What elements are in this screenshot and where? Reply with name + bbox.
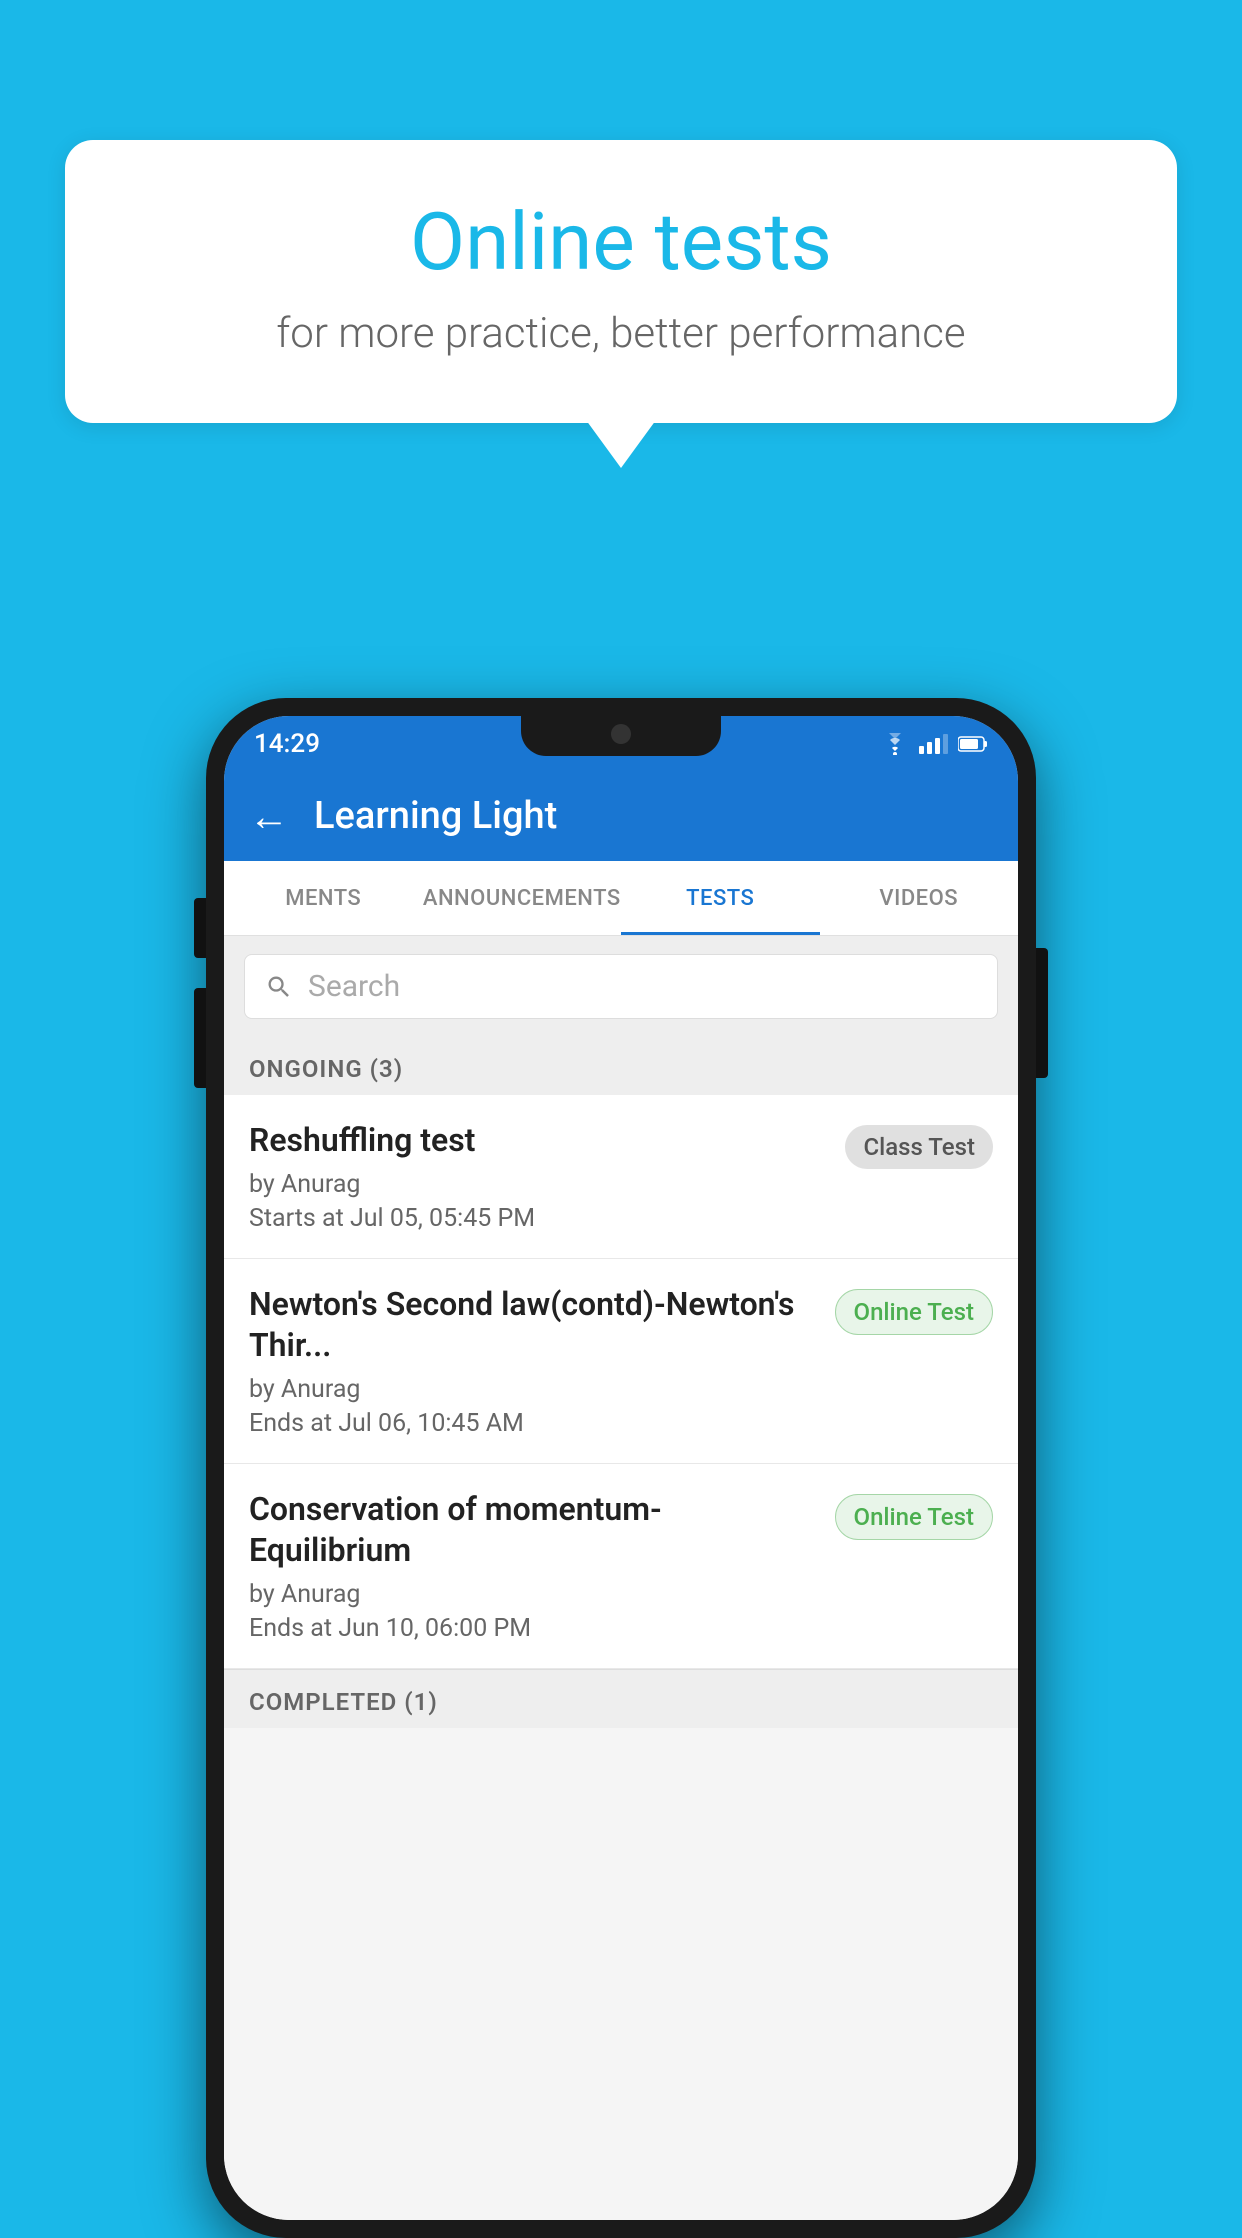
status-time: 14:29 [254, 729, 320, 759]
app-bar: ← Learning Light [224, 771, 1018, 861]
test-info-1: Reshuffling test by Anurag Starts at Jul… [249, 1120, 845, 1233]
tab-announcements[interactable]: ANNOUNCEMENTS [423, 861, 622, 935]
phone-notch [521, 716, 721, 756]
phone-button-left2 [194, 988, 206, 1088]
speech-bubble: Online tests for more practice, better p… [65, 140, 1177, 423]
app-title: Learning Light [314, 794, 557, 838]
wifi-icon [881, 733, 909, 755]
phone-screen: 14:29 [224, 716, 1018, 2220]
search-bar[interactable]: Search [244, 954, 998, 1019]
test-by-1: by Anurag [249, 1170, 825, 1199]
test-title-3: Conservation of momentum-Equilibrium [249, 1489, 815, 1572]
phone-camera [611, 724, 631, 744]
search-icon [265, 973, 293, 1001]
phone-button-right [1036, 948, 1048, 1078]
tab-tests[interactable]: TESTS [621, 861, 820, 935]
test-item-reshuffling[interactable]: Reshuffling test by Anurag Starts at Jul… [224, 1095, 1018, 1259]
test-item-newtons[interactable]: Newton's Second law(contd)-Newton's Thir… [224, 1259, 1018, 1464]
completed-section-header: COMPLETED (1) [224, 1669, 1018, 1728]
search-placeholder: Search [308, 969, 400, 1004]
test-title-2: Newton's Second law(contd)-Newton's Thir… [249, 1284, 815, 1367]
status-icons [881, 733, 988, 755]
tab-videos[interactable]: VIDEOS [820, 861, 1019, 935]
test-time-3: Ends at Jun 10, 06:00 PM [249, 1614, 815, 1643]
test-info-2: Newton's Second law(contd)-Newton's Thir… [249, 1284, 835, 1438]
signal-icon [919, 734, 948, 754]
phone-button-left1 [194, 898, 206, 958]
content-list: ONGOING (3) Reshuffling test by Anurag S… [224, 1037, 1018, 2220]
test-time-2: Ends at Jul 06, 10:45 AM [249, 1409, 815, 1438]
badge-class-test: Class Test [845, 1125, 993, 1169]
test-title-1: Reshuffling test [249, 1120, 825, 1162]
bubble-title: Online tests [135, 195, 1107, 289]
badge-online-test-1: Online Test [835, 1289, 993, 1335]
bubble-subtitle: for more practice, better performance [135, 309, 1107, 358]
tab-bar: MENTS ANNOUNCEMENTS TESTS VIDEOS [224, 861, 1018, 936]
test-by-2: by Anurag [249, 1375, 815, 1404]
badge-online-test-2: Online Test [835, 1494, 993, 1540]
tab-ments[interactable]: MENTS [224, 861, 423, 935]
test-info-3: Conservation of momentum-Equilibrium by … [249, 1489, 835, 1643]
phone-frame: 14:29 [206, 698, 1036, 2238]
test-by-3: by Anurag [249, 1580, 815, 1609]
test-item-conservation[interactable]: Conservation of momentum-Equilibrium by … [224, 1464, 1018, 1669]
back-button[interactable]: ← [249, 793, 289, 840]
ongoing-section-header: ONGOING (3) [224, 1037, 1018, 1095]
search-container: Search [224, 936, 1018, 1037]
test-time-1: Starts at Jul 05, 05:45 PM [249, 1204, 825, 1233]
battery-icon [958, 735, 988, 753]
